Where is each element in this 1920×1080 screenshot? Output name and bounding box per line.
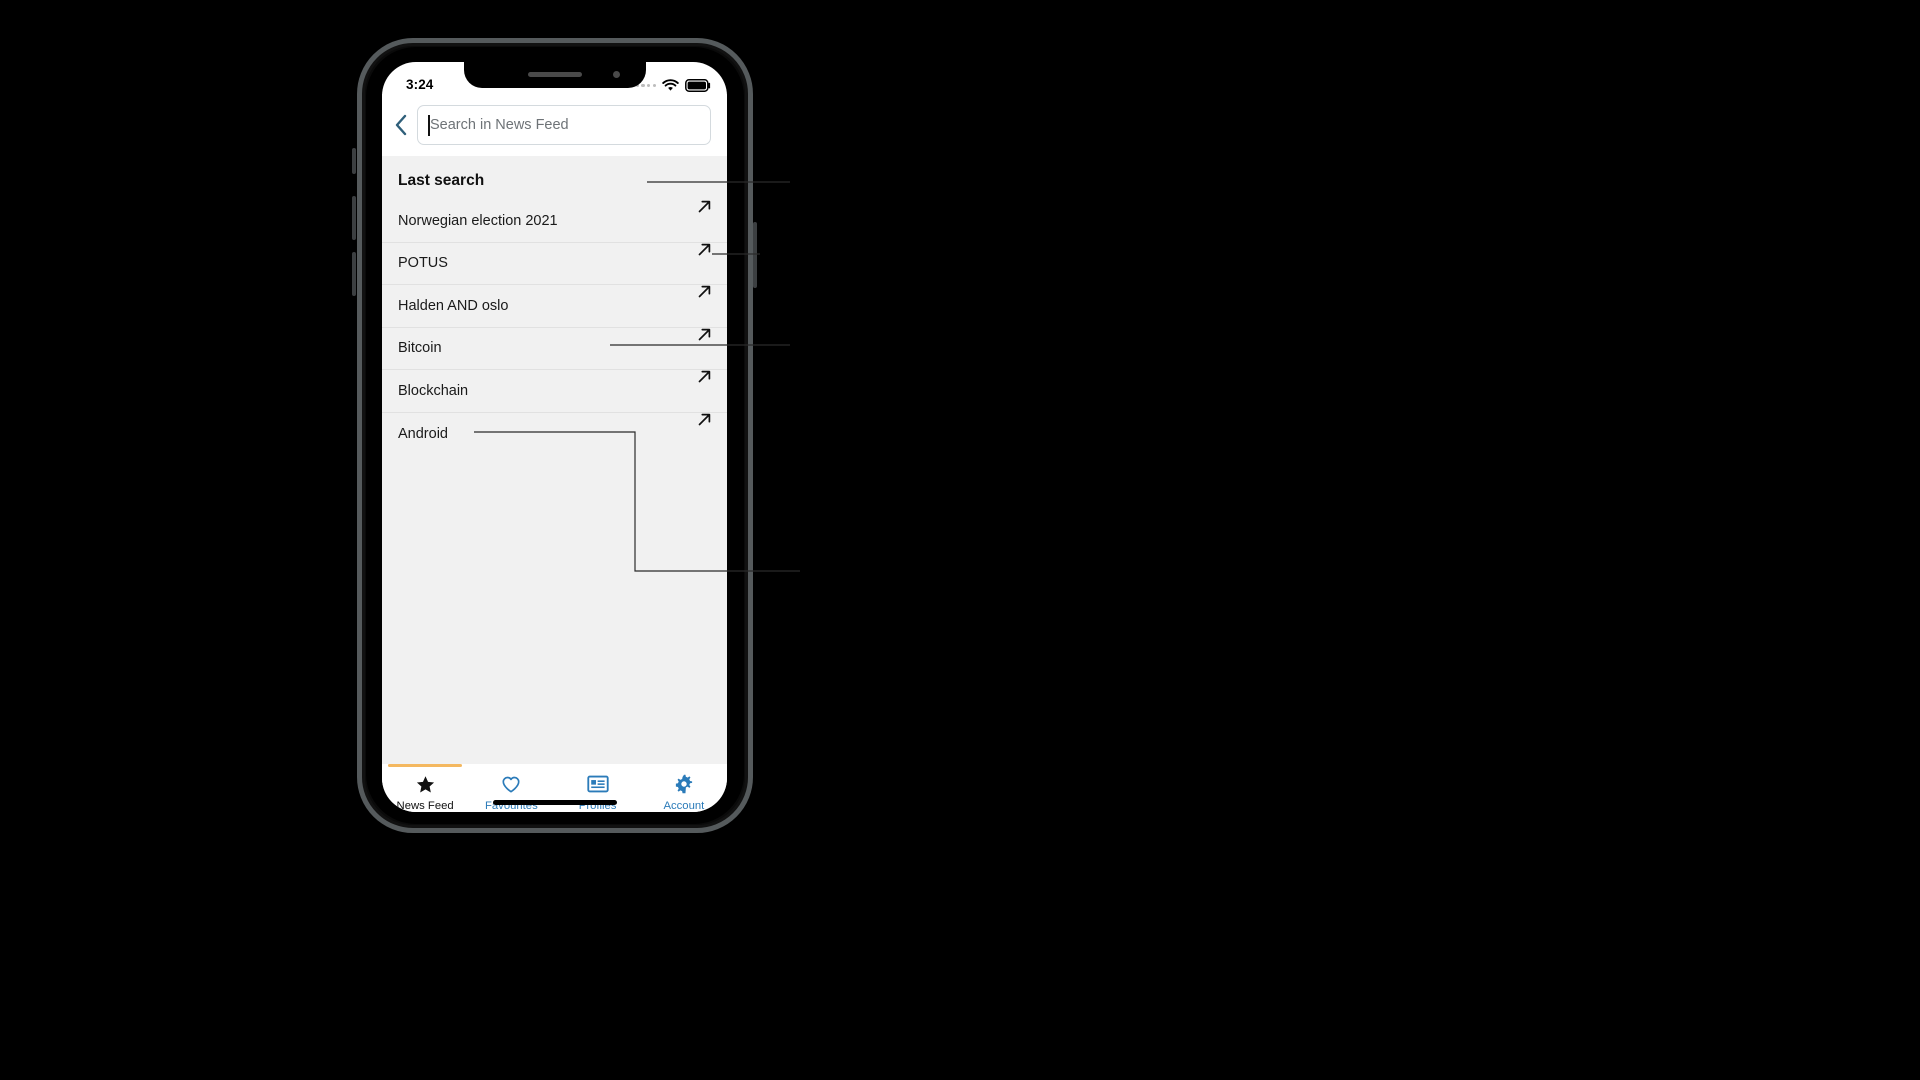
arrow-up-right-icon[interactable] bbox=[696, 326, 713, 343]
battery-full-icon bbox=[685, 79, 711, 92]
home-indicator bbox=[492, 800, 617, 805]
list-item[interactable]: Halden AND oslo bbox=[382, 285, 727, 328]
star-icon bbox=[415, 773, 436, 795]
arrow-up-right-icon[interactable] bbox=[696, 241, 713, 258]
tab-account[interactable]: Account bbox=[641, 764, 727, 812]
list-item-label: Bitcoin bbox=[398, 340, 442, 357]
list-item-label: Halden AND oslo bbox=[398, 297, 509, 314]
screenshot-canvas: 3:24 Search in News Feed Last search Nor… bbox=[0, 0, 1920, 1080]
text-caret bbox=[428, 115, 430, 136]
heart-icon bbox=[500, 773, 522, 795]
list-item[interactable]: Android bbox=[382, 413, 727, 456]
list-item[interactable]: POTUS bbox=[382, 241, 727, 285]
search-input[interactable]: Search in News Feed bbox=[417, 105, 711, 145]
annotation-overlay bbox=[474, 181, 800, 572]
list-item[interactable]: Norwegian election 2021 bbox=[382, 200, 727, 243]
status-indicators bbox=[635, 79, 711, 92]
list-item-label: Norwegian election 2021 bbox=[398, 212, 558, 229]
list-item[interactable]: Bitcoin bbox=[382, 326, 727, 370]
last-search-heading: Last search bbox=[398, 172, 485, 189]
arrow-up-right-icon[interactable] bbox=[696, 198, 713, 215]
active-tab-indicator bbox=[388, 764, 463, 767]
tab-news-feed[interactable]: News Feed bbox=[382, 764, 468, 812]
silent-switch[interactable] bbox=[352, 148, 356, 174]
list-item-label: Blockchain bbox=[398, 382, 469, 399]
back-button[interactable] bbox=[388, 108, 414, 142]
tab-label: News Feed bbox=[396, 800, 454, 812]
arrow-up-right-icon[interactable] bbox=[696, 368, 713, 385]
search-bar: Search in News Feed bbox=[382, 94, 727, 156]
arrow-up-right-icon[interactable] bbox=[696, 411, 713, 428]
list-item-label: POTUS bbox=[398, 255, 448, 272]
wifi-icon bbox=[662, 79, 679, 91]
volume-down-button[interactable] bbox=[352, 252, 356, 296]
chevron-left-icon bbox=[395, 114, 407, 136]
arrow-up-right-icon[interactable] bbox=[696, 283, 713, 300]
power-button[interactable] bbox=[753, 222, 757, 288]
device-notch bbox=[463, 62, 646, 88]
gear-icon bbox=[673, 773, 695, 795]
front-camera bbox=[612, 71, 620, 78]
last-search-list: Last search Norwegian election 2021 POTU… bbox=[382, 156, 727, 764]
list-item[interactable]: Blockchain bbox=[382, 370, 727, 413]
phone-screen: 3:24 Search in News Feed Last search Nor… bbox=[382, 62, 727, 812]
signal-dots-icon bbox=[635, 83, 656, 88]
list-item-label: Android bbox=[398, 425, 448, 442]
volume-up-button[interactable] bbox=[352, 196, 356, 240]
tab-label: Account bbox=[663, 800, 705, 812]
search-placeholder: Search in News Feed bbox=[430, 117, 569, 133]
earpiece-speaker bbox=[527, 72, 582, 77]
status-time: 3:24 bbox=[406, 77, 434, 92]
card-icon bbox=[586, 773, 609, 795]
